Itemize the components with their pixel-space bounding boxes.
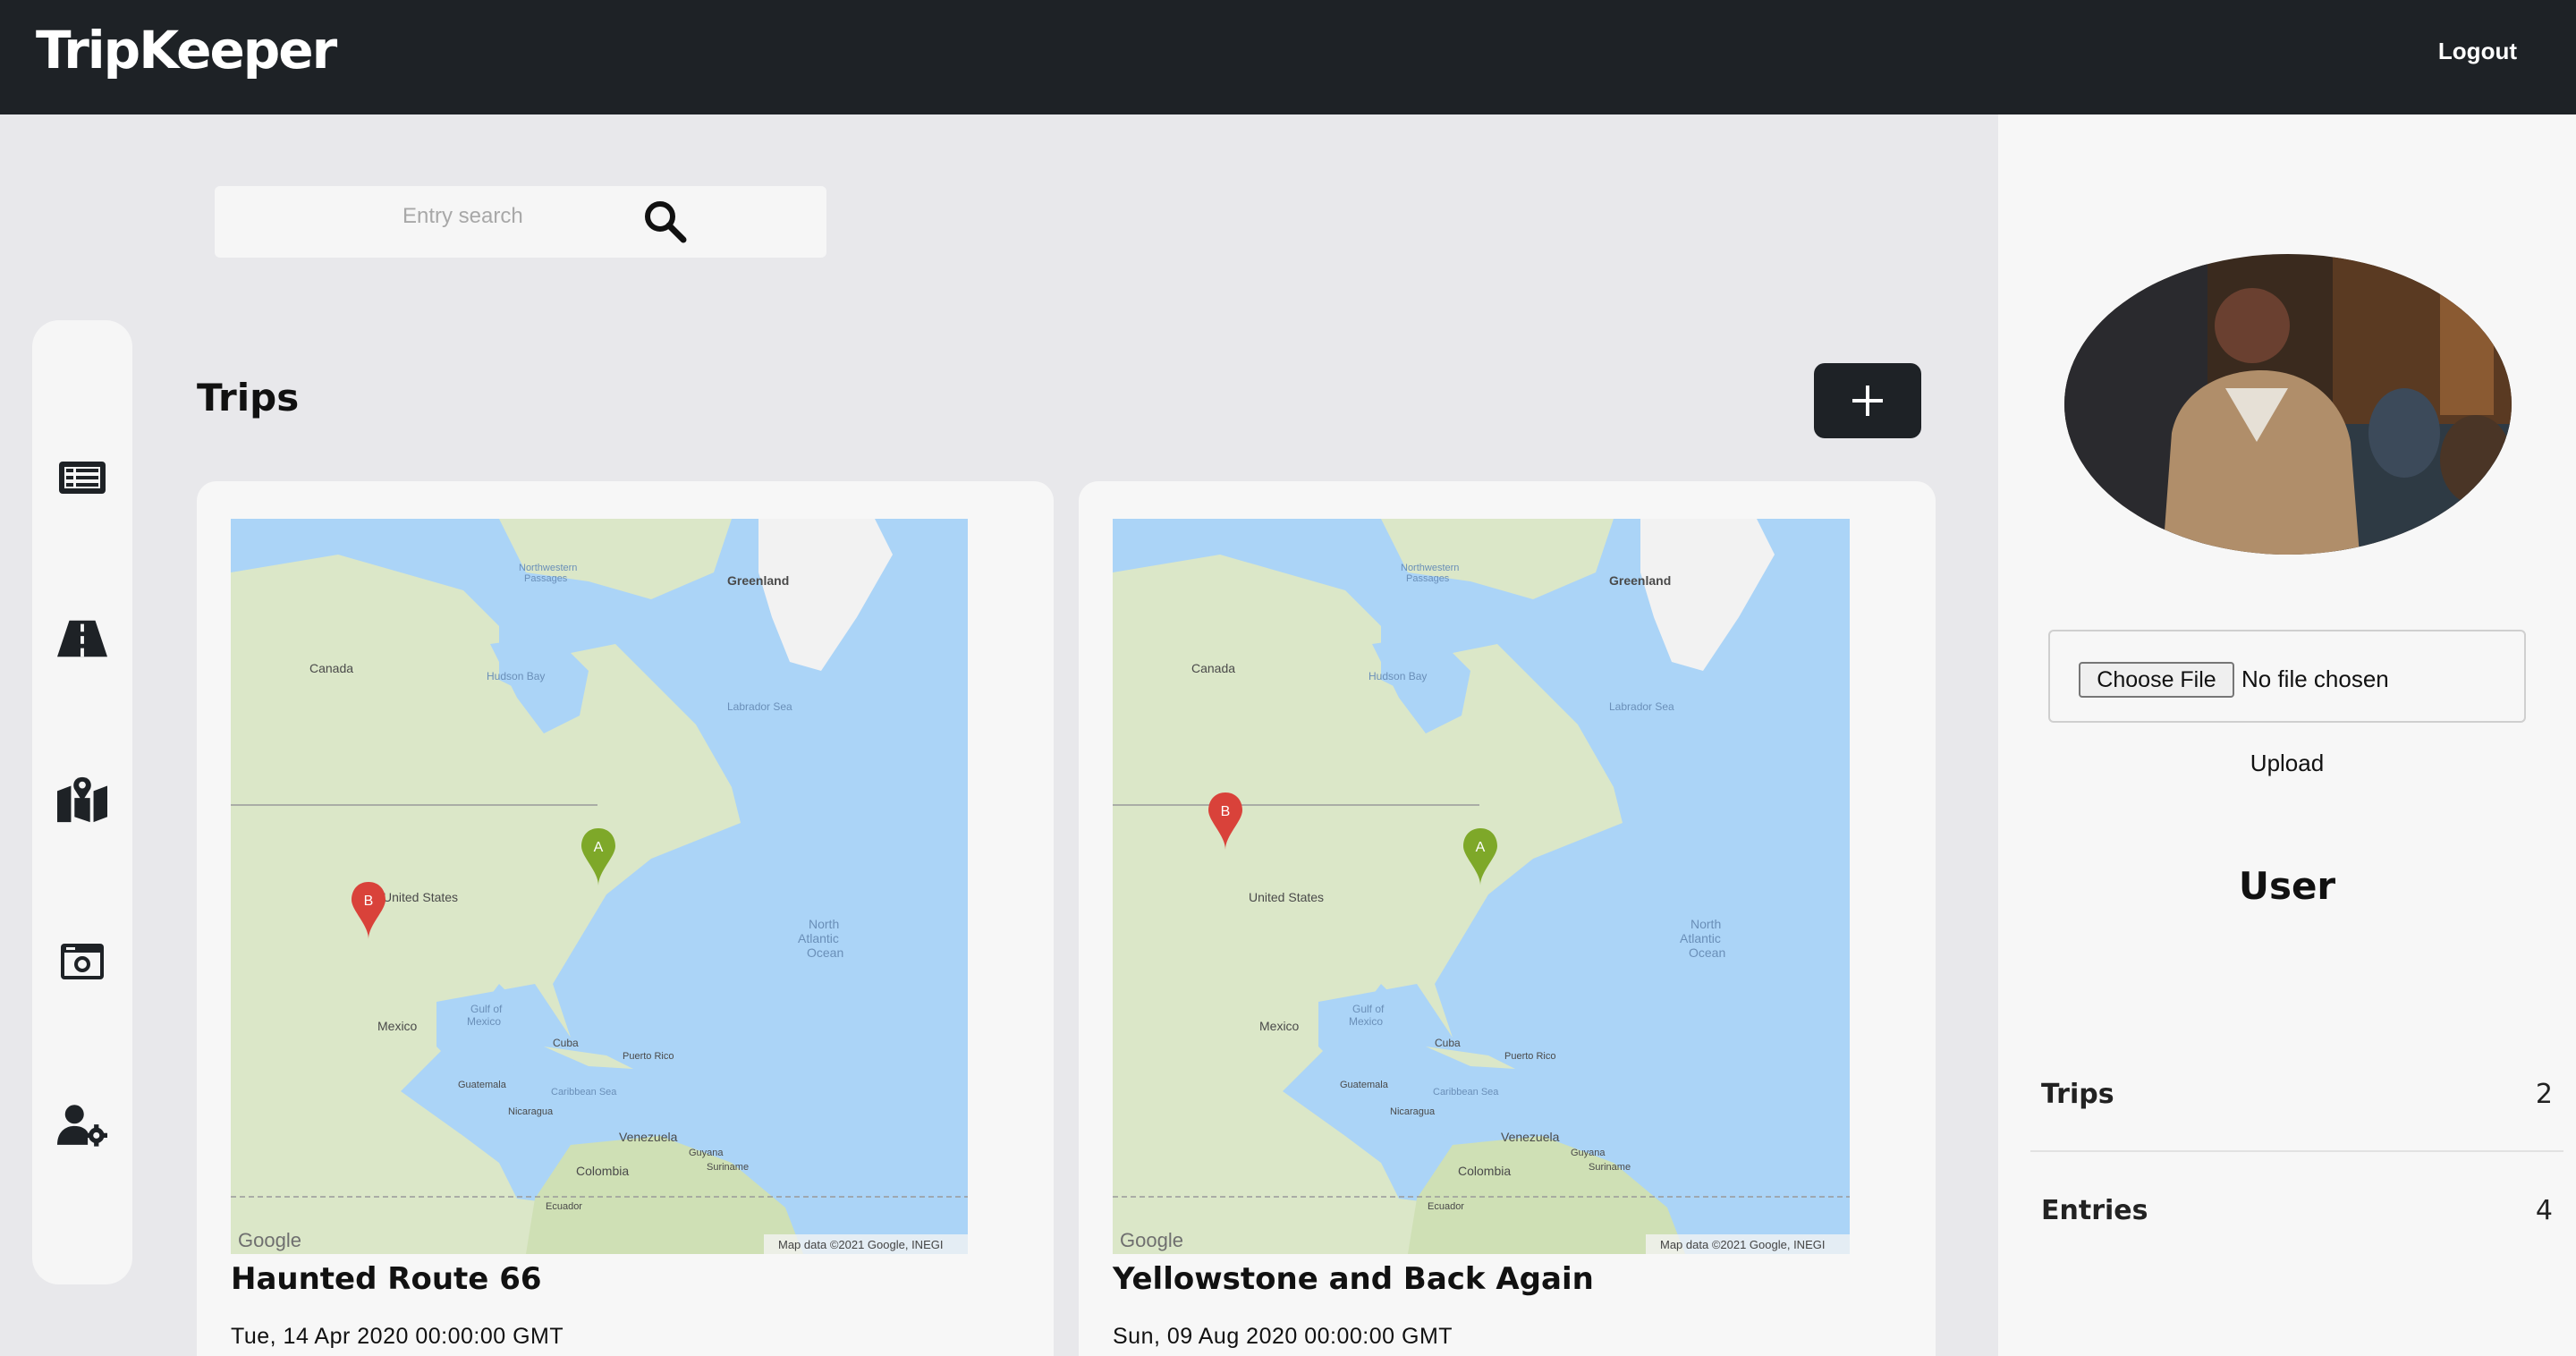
- map-label-colombia: Colombia: [1458, 1164, 1511, 1178]
- search-icon[interactable]: [642, 199, 689, 245]
- map-label-ecuador: Ecuador: [546, 1201, 582, 1212]
- choose-file-button[interactable]: Choose File: [2079, 662, 2234, 698]
- map-label-nw2: Passages: [1406, 573, 1450, 584]
- map-label-guatemala: Guatemala: [1340, 1080, 1389, 1090]
- trip-card[interactable]: Greenland Canada Hudson Bay Labrador Sea…: [197, 481, 1054, 1356]
- map-label-nw1: Northwestern: [1401, 563, 1459, 573]
- sidebar-item-photos[interactable]: [57, 936, 107, 986]
- map-label-puerto-rico: Puerto Rico: [623, 1051, 674, 1062]
- map-label-gulf1: Gulf of: [470, 1003, 503, 1015]
- map-label-na3: Ocean: [807, 945, 843, 960]
- map-label-venezuela: Venezuela: [619, 1130, 678, 1144]
- map-label-ecuador: Ecuador: [1428, 1201, 1464, 1212]
- map-label-colombia: Colombia: [576, 1164, 629, 1178]
- map-label-guatemala: Guatemala: [458, 1080, 507, 1090]
- plus-icon: [1852, 386, 1883, 416]
- search-placeholder: Entry search: [402, 204, 523, 228]
- map-attribution: Map data ©2021 Google, INEGI: [778, 1238, 943, 1251]
- avatar: [2064, 254, 2512, 555]
- map-label-guyana: Guyana: [1571, 1148, 1606, 1158]
- map-label-na1: North: [809, 917, 839, 931]
- map-label-labrador: Labrador Sea: [727, 700, 792, 713]
- sidebar-nav: [32, 320, 132, 1284]
- map-label-greenland: Greenland: [1609, 573, 1671, 588]
- svg-text:A: A: [1476, 840, 1486, 855]
- list-card-icon: [59, 462, 106, 494]
- map-label-hudson: Hudson Bay: [1368, 670, 1427, 682]
- map-label-gulf1: Gulf of: [1352, 1003, 1385, 1015]
- sidebar-item-entries[interactable]: [57, 453, 107, 503]
- stat-row-trips: Trips 2: [2030, 1048, 2563, 1156]
- camera-icon: [61, 944, 104, 979]
- map-label-nw1: Northwestern: [519, 563, 577, 573]
- stat-label: Trips: [2041, 1079, 2114, 1110]
- map-attribution: Map data ©2021 Google, INEGI: [1660, 1238, 1825, 1251]
- stat-value: 4: [2535, 1195, 2553, 1226]
- svg-text:B: B: [364, 894, 374, 909]
- map-label-canada: Canada: [309, 661, 353, 675]
- map-label-na1: North: [1690, 917, 1721, 931]
- map-label-us: United States: [383, 890, 458, 904]
- map-label-gulf2: Mexico: [1349, 1015, 1383, 1028]
- svg-text:B: B: [1221, 804, 1231, 819]
- file-input[interactable]: Choose File No file chosen: [2048, 630, 2526, 723]
- map-label-venezuela: Venezuela: [1501, 1130, 1560, 1144]
- profile-panel: Choose File No file chosen Upload User T…: [1998, 114, 2576, 1356]
- map-label-caribbean: Caribbean Sea: [1433, 1087, 1499, 1098]
- sidebar-item-trips[interactable]: [57, 614, 107, 664]
- map-label-suriname: Suriname: [1589, 1162, 1631, 1173]
- google-logo: Google: [1120, 1229, 1183, 1251]
- stat-row-entries: Entries 4: [2030, 1165, 2563, 1272]
- map-label-caribbean: Caribbean Sea: [551, 1087, 617, 1098]
- map-label-greenland: Greenland: [727, 573, 789, 588]
- map-label-nicaragua: Nicaragua: [508, 1106, 554, 1117]
- road-icon: [57, 620, 107, 657]
- map-label-mexico: Mexico: [377, 1019, 418, 1033]
- stat-divider: [2030, 1150, 2563, 1152]
- entry-search-input[interactable]: Entry search: [215, 186, 826, 258]
- brand-logo[interactable]: TripKeeper: [36, 20, 337, 81]
- trip-title[interactable]: Haunted Route 66: [231, 1261, 542, 1297]
- user-gear-icon: [57, 1105, 107, 1147]
- upload-button[interactable]: Upload: [1998, 750, 2576, 777]
- map-label-us: United States: [1249, 890, 1324, 904]
- logout-link[interactable]: Logout: [2438, 38, 2517, 65]
- add-trip-button[interactable]: [1814, 363, 1921, 438]
- map-label-na2: Atlantic: [1680, 931, 1721, 945]
- trip-title[interactable]: Yellowstone and Back Again: [1113, 1261, 1594, 1297]
- map-label-mexico: Mexico: [1259, 1019, 1300, 1033]
- user-heading: User: [2238, 864, 2336, 908]
- map-marker-icon: [57, 776, 107, 823]
- map-label-nicaragua: Nicaragua: [1390, 1106, 1436, 1117]
- map-label-cuba: Cuba: [1435, 1037, 1461, 1049]
- trip-card[interactable]: Greenland Canada Hudson Bay Labrador Sea…: [1079, 481, 1936, 1356]
- stat-label: Entries: [2041, 1195, 2148, 1226]
- map-label-suriname: Suriname: [707, 1162, 749, 1173]
- top-navbar: TripKeeper Logout: [0, 0, 2576, 114]
- trip-date: Sun, 09 Aug 2020 00:00:00 GMT: [1113, 1324, 1453, 1349]
- stat-value: 2: [2535, 1079, 2553, 1110]
- google-logo: Google: [238, 1229, 301, 1251]
- trip-map[interactable]: Greenland Canada Hudson Bay Labrador Sea…: [1113, 519, 1850, 1254]
- map-label-puerto-rico: Puerto Rico: [1504, 1051, 1555, 1062]
- map-label-gulf2: Mexico: [467, 1015, 501, 1028]
- trip-map[interactable]: Greenland Canada Hudson Bay Labrador Sea…: [231, 519, 968, 1254]
- map-label-na2: Atlantic: [798, 931, 839, 945]
- sidebar-item-user-settings[interactable]: [57, 1100, 107, 1150]
- map-label-na3: Ocean: [1689, 945, 1725, 960]
- map-label-cuba: Cuba: [553, 1037, 579, 1049]
- map-label-labrador: Labrador Sea: [1609, 700, 1674, 713]
- map-label-nw2: Passages: [524, 573, 568, 584]
- map-label-hudson: Hudson Bay: [487, 670, 545, 682]
- file-status: No file chosen: [2241, 665, 2389, 692]
- trips-heading: Trips: [197, 376, 300, 420]
- svg-text:A: A: [594, 840, 604, 855]
- sidebar-item-maps[interactable]: [57, 775, 107, 825]
- map-label-guyana: Guyana: [689, 1148, 724, 1158]
- map-label-canada: Canada: [1191, 661, 1235, 675]
- trip-date: Tue, 14 Apr 2020 00:00:00 GMT: [231, 1324, 564, 1349]
